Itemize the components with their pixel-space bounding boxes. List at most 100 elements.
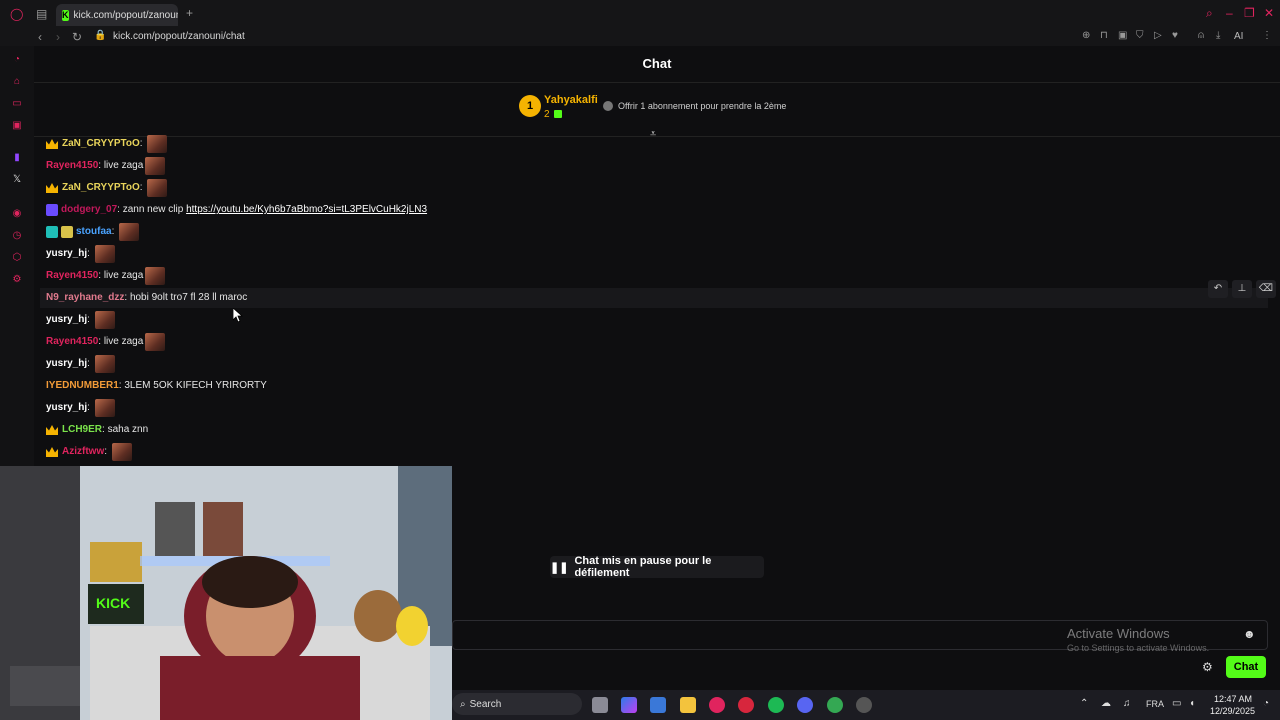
taskbar-search[interactable]: ⌕ Search [452, 693, 582, 715]
message-user[interactable]: IYEDNUMBER1 [46, 377, 119, 395]
chat-message[interactable]: Azizftww: [46, 443, 132, 461]
reload-icon[interactable]: ↻ [72, 30, 82, 44]
collapse-chevron-icon[interactable]: ⩡ [650, 128, 656, 141]
task-view-icon[interactable] [592, 697, 608, 713]
chrome-icon[interactable] [827, 697, 843, 713]
message-user[interactable]: dodgery_07 [61, 201, 117, 219]
gift-sub-text[interactable]: Offrir 1 abonnement pour prendre la 2ème [618, 101, 786, 111]
twitch-icon[interactable]: ▮ [11, 152, 23, 164]
message-user[interactable]: ZaN_CRYYPToO [62, 135, 140, 153]
message-link[interactable]: https://youtu.be/Kyh6b7aBbmo?si=tL3PElvC… [186, 201, 427, 219]
chat-message[interactable]: Rayen4150: live zaga [46, 157, 166, 175]
emote-icon [94, 355, 115, 373]
chat-message[interactable]: N9_rayhane_dzz: hobi 9olt tro7 fl 28 ll … [46, 289, 247, 307]
chat-message[interactable]: yusry_hj: [46, 355, 115, 373]
tab-manager-icon[interactable]: ▤ [36, 7, 47, 21]
player-icon[interactable]: ◉ [11, 208, 23, 220]
back-icon[interactable]: ‹ [38, 30, 42, 44]
chat-message[interactable]: yusry_hj: [46, 399, 115, 417]
emote-icon [145, 267, 166, 285]
minimize-icon[interactable]: – [1226, 6, 1233, 20]
browser-tab-kick[interactable]: K kick.com/popout/zanouni/ [56, 4, 178, 26]
shield-icon[interactable]: ⛉ [1136, 30, 1144, 41]
opera-gx-icon[interactable] [709, 697, 725, 713]
send-chat-button[interactable]: Chat [1226, 656, 1266, 678]
chat-message[interactable]: stoufaa: [46, 223, 140, 241]
emote-icon [94, 399, 115, 417]
history-icon[interactable]: ◷ [11, 230, 23, 242]
chat-message[interactable]: yusry_hj: [46, 311, 115, 329]
message-user[interactable]: Rayen4150 [46, 333, 98, 351]
pause-icon: ❚❚ [550, 561, 569, 574]
search-tabs-icon[interactable]: ⌕ [1206, 6, 1213, 21]
chat-message[interactable]: ZaN_CRYYPToO: [46, 179, 168, 197]
volume-icon[interactable]: ◖ [1189, 698, 1195, 709]
network-icon[interactable]: ▭ [1172, 698, 1181, 709]
message-user[interactable]: ZaN_CRYYPToO [62, 179, 140, 197]
store-icon[interactable] [650, 697, 666, 713]
maximize-icon[interactable]: ❐ [1244, 6, 1255, 20]
clock-time[interactable]: 12:47 AM [1214, 694, 1252, 704]
url-text[interactable]: kick.com/popout/zanouni/chat [113, 31, 245, 42]
chat-settings-icon[interactable]: ⚙ [1202, 660, 1213, 674]
app-icon[interactable] [738, 697, 754, 713]
play-icon[interactable]: ▷ [1154, 30, 1162, 41]
copilot-icon[interactable] [621, 697, 637, 713]
message-user[interactable]: Azizftww [62, 443, 104, 461]
account-icon[interactable]: ⍝ [1198, 30, 1204, 41]
discord-icon[interactable] [797, 697, 813, 713]
divider [34, 82, 1280, 83]
aria-icon[interactable]: ◔ [11, 54, 23, 66]
message-user[interactable]: LCH9ER [62, 421, 102, 439]
download-icon[interactable]: ⤓ [1216, 30, 1220, 41]
close-window-icon[interactable]: ✕ [1264, 6, 1274, 20]
pin-icon[interactable]: ⊓ [1100, 30, 1108, 41]
chat-message[interactable]: IYEDNUMBER1: 3LEM 5OK KIFECH YRIRORTY [46, 377, 267, 395]
message-user[interactable]: stoufaa [76, 223, 112, 241]
chat-message[interactable]: yusry_hj: [46, 245, 115, 263]
language-indicator[interactable]: FRA [1146, 699, 1164, 709]
reply-icon[interactable]: ↶ [1208, 280, 1228, 298]
messenger-icon[interactable]: ▭ [11, 98, 23, 110]
message-user[interactable]: yusry_hj [46, 355, 87, 373]
message-user[interactable]: yusry_hj [46, 399, 87, 417]
delete-icon[interactable]: ⌫ [1256, 280, 1276, 298]
settings-icon[interactable]: ⚙ [11, 274, 23, 286]
chat-message[interactable]: LCH9ER: saha znn [46, 421, 148, 439]
file-explorer-icon[interactable] [680, 697, 696, 713]
message-user[interactable]: yusry_hj [46, 311, 87, 329]
heart-icon[interactable]: ♥ [1172, 30, 1178, 41]
message-user[interactable]: yusry_hj [46, 245, 87, 263]
ai-button[interactable]: AI [1234, 31, 1243, 42]
chat-message[interactable]: Rayen4150: live zaga [46, 267, 166, 285]
steam-icon[interactable] [856, 697, 872, 713]
emoji-icon[interactable]: ☻ [1243, 627, 1256, 641]
new-tab-icon[interactable]: + [186, 6, 193, 20]
kick-favicon-icon: K [62, 9, 69, 21]
snapshot-icon[interactable]: ▣ [1118, 30, 1127, 41]
message-user[interactable]: N9_rayhane_dzz [46, 289, 124, 307]
extensions-icon[interactable]: ⬡ [11, 252, 23, 264]
clock-date[interactable]: 12/29/2025 [1210, 706, 1255, 716]
message-user[interactable]: Rayen4150 [46, 157, 98, 175]
mic-icon[interactable]: ♫ [1123, 698, 1131, 709]
message-user[interactable]: Rayen4150 [46, 267, 98, 285]
opera-logo-icon[interactable]: ◯ [10, 7, 23, 21]
news-icon[interactable]: ▣ [11, 120, 23, 132]
chat-message[interactable]: dodgery_07: zann new clip https://youtu.… [46, 201, 427, 219]
chat-paused-button[interactable]: ❚❚ Chat mis en pause pour le défilement [550, 555, 764, 579]
pin-message-icon[interactable]: ⊥ [1232, 280, 1252, 298]
tray-chevron-icon[interactable]: ⌃ [1080, 698, 1088, 709]
menu-icon[interactable]: ⋮ [1262, 30, 1272, 41]
notification-icon[interactable]: ◔ [1263, 698, 1269, 709]
spotify-icon[interactable] [768, 697, 784, 713]
x-icon[interactable]: 𝕏 [11, 174, 23, 186]
chat-message[interactable]: Rayen4150: live zaga [46, 333, 166, 351]
zoom-icon[interactable]: ⊕ [1082, 30, 1090, 41]
forward-icon[interactable]: › [56, 30, 60, 44]
top-supporter-name[interactable]: Yahyakalfi [544, 94, 598, 106]
onedrive-icon[interactable]: ☁ [1101, 698, 1111, 709]
shopping-icon[interactable]: ⌂ [11, 76, 23, 88]
chat-message[interactable]: ZaN_CRYYPToO: [46, 135, 168, 153]
chat-title: Chat [642, 56, 672, 71]
